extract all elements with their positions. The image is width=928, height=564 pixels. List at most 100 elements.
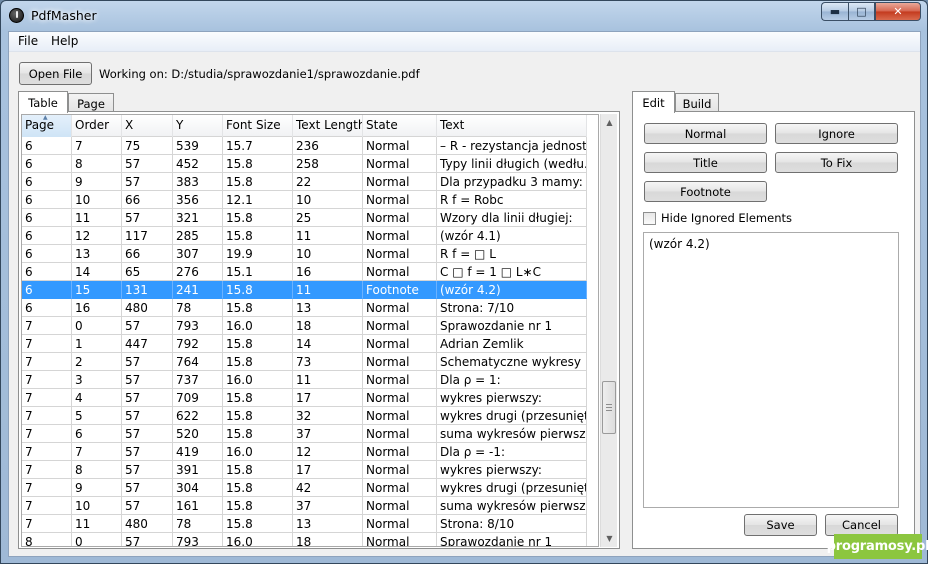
title-button[interactable]: Title [644, 152, 767, 173]
table-cell[interactable]: 10 [293, 191, 363, 209]
table-cell[interactable]: suma wykresów pierwsze... [437, 425, 587, 443]
table-cell[interactable]: 764 [173, 353, 223, 371]
table-cell[interactable]: 25 [293, 209, 363, 227]
table-cell[interactable]: 15 [72, 281, 122, 299]
column-header[interactable]: Y [173, 115, 223, 137]
column-header[interactable]: Order [72, 115, 122, 137]
table-row[interactable]: 7 10 57 161 15.8 37 Normal suma wykresów pierws… [22, 497, 587, 515]
table-cell[interactable]: Normal [363, 299, 437, 317]
table-cell[interactable]: 6 [22, 137, 72, 155]
table-cell[interactable]: 16.0 [223, 371, 293, 389]
table-cell[interactable]: 792 [173, 335, 223, 353]
table-cell[interactable]: 6 [22, 299, 72, 317]
table-cell[interactable]: 7 [22, 335, 72, 353]
table-cell[interactable]: 66 [122, 191, 173, 209]
table-cell[interactable]: 7 [22, 443, 72, 461]
table-cell[interactable]: 73 [293, 353, 363, 371]
table-row[interactable]: 6 12 117 285 15.8 11 Normal (wzór 4.1) [22, 227, 587, 245]
table-cell[interactable]: wykres drugi (przesunięt... [437, 407, 587, 425]
table-cell[interactable]: 57 [122, 353, 173, 371]
table-row[interactable]: 7 2 57 764 15.8 73 Normal Schematyczne wykresy … [22, 353, 587, 371]
hide-ignored-checkbox[interactable] [643, 212, 656, 225]
column-header[interactable]: Font Size [223, 115, 293, 137]
table-cell[interactable]: 17 [293, 389, 363, 407]
table-cell[interactable]: 447 [122, 335, 173, 353]
table-cell[interactable]: 356 [173, 191, 223, 209]
table-cell[interactable]: wykres pierwszy: [437, 389, 587, 407]
table-cell[interactable]: 19.9 [223, 245, 293, 263]
table-cell[interactable]: 15.8 [223, 461, 293, 479]
table-cell[interactable]: 42 [293, 479, 363, 497]
table-cell[interactable]: Typy linii długich (wedłu... [437, 155, 587, 173]
table-cell[interactable]: 22 [293, 173, 363, 191]
table-cell[interactable]: 391 [173, 461, 223, 479]
column-header[interactable]: Text Length [293, 115, 363, 137]
table-cell[interactable]: 7 [72, 137, 122, 155]
table-cell[interactable]: 57 [122, 209, 173, 227]
table-cell[interactable]: (wzór 4.2) [437, 281, 587, 299]
table-cell[interactable]: 16 [72, 299, 122, 317]
table-cell[interactable]: 16.0 [223, 443, 293, 461]
table-cell[interactable]: 6 [72, 425, 122, 443]
table-cell[interactable]: R f = Robc [437, 191, 587, 209]
table-cell[interactable]: 6 [22, 209, 72, 227]
table-cell[interactable]: 7 [22, 425, 72, 443]
table-cell[interactable]: 236 [293, 137, 363, 155]
scroll-up-icon[interactable]: ▲ [601, 114, 618, 131]
open-file-button[interactable]: Open File [19, 62, 92, 85]
table-cell[interactable]: 1 [72, 335, 122, 353]
menu-help[interactable]: Help [51, 34, 78, 48]
table-cell[interactable]: Strona: 7/10 [437, 299, 587, 317]
table-cell[interactable]: 7 [22, 515, 72, 533]
tab-table[interactable]: Table [18, 91, 68, 113]
table-cell[interactable]: 241 [173, 281, 223, 299]
table-cell[interactable]: 6 [22, 263, 72, 281]
tab-page[interactable]: Page [68, 93, 114, 113]
table-cell[interactable]: 57 [122, 479, 173, 497]
table-cell[interactable]: 12.1 [223, 191, 293, 209]
table-cell[interactable]: 14 [293, 335, 363, 353]
table-cell[interactable]: Normal [363, 515, 437, 533]
table-cell[interactable]: 793 [173, 317, 223, 335]
scroll-thumb[interactable] [602, 381, 616, 434]
table-cell[interactable]: Normal [363, 443, 437, 461]
table-cell[interactable]: 66 [122, 245, 173, 263]
table-cell[interactable]: Normal [363, 317, 437, 335]
table-cell[interactable]: 32 [293, 407, 363, 425]
table-cell[interactable]: 8 [72, 155, 122, 173]
table-cell[interactable]: Normal [363, 137, 437, 155]
table-row[interactable]: 6 7 75 539 15.7 236 Normal – R - rezystancja je… [22, 137, 587, 155]
table-row[interactable]: 7 11 480 78 15.8 13 Normal Strona: 8/10 [22, 515, 587, 533]
table-cell[interactable]: 11 [72, 209, 122, 227]
table-cell[interactable]: Dla przypadku 3 mamy: [437, 173, 587, 191]
table-cell[interactable]: Normal [363, 335, 437, 353]
table-cell[interactable]: 15.8 [223, 281, 293, 299]
table-row[interactable]: 6 9 57 383 15.8 22 Normal Dla przypadku 3 mamy: [22, 173, 587, 191]
table-cell[interactable]: 4 [72, 389, 122, 407]
table-cell[interactable]: 15.8 [223, 299, 293, 317]
table-cell[interactable]: 276 [173, 263, 223, 281]
table-cell[interactable]: 117 [122, 227, 173, 245]
table-row[interactable]: 6 11 57 321 15.8 25 Normal Wzory dla linii dług… [22, 209, 587, 227]
table-cell[interactable]: 10 [72, 191, 122, 209]
table-cell[interactable]: 14 [72, 263, 122, 281]
table-cell[interactable]: 6 [22, 227, 72, 245]
table-cell[interactable]: 0 [72, 533, 122, 546]
table-cell[interactable]: Normal [363, 227, 437, 245]
table-cell[interactable]: Normal [363, 209, 437, 227]
tab-build[interactable]: Build [675, 93, 719, 113]
table-cell[interactable]: 793 [173, 533, 223, 546]
table-cell[interactable]: 131 [122, 281, 173, 299]
table-cell[interactable]: 15.7 [223, 137, 293, 155]
hide-ignored-label[interactable]: Hide Ignored Elements [661, 211, 792, 225]
table-cell[interactable]: 307 [173, 245, 223, 263]
table-cell[interactable]: Normal [363, 263, 437, 281]
table-cell[interactable]: 11 [293, 227, 363, 245]
table-cell[interactable]: Normal [363, 407, 437, 425]
table-cell[interactable]: 419 [173, 443, 223, 461]
table-row[interactable]: 7 4 57 709 15.8 17 Normal wykres pierwszy: [22, 389, 587, 407]
table-cell[interactable]: 6 [22, 281, 72, 299]
table-cell[interactable]: 75 [122, 137, 173, 155]
table-cell[interactable]: 5 [72, 407, 122, 425]
table-cell[interactable]: 15.1 [223, 263, 293, 281]
